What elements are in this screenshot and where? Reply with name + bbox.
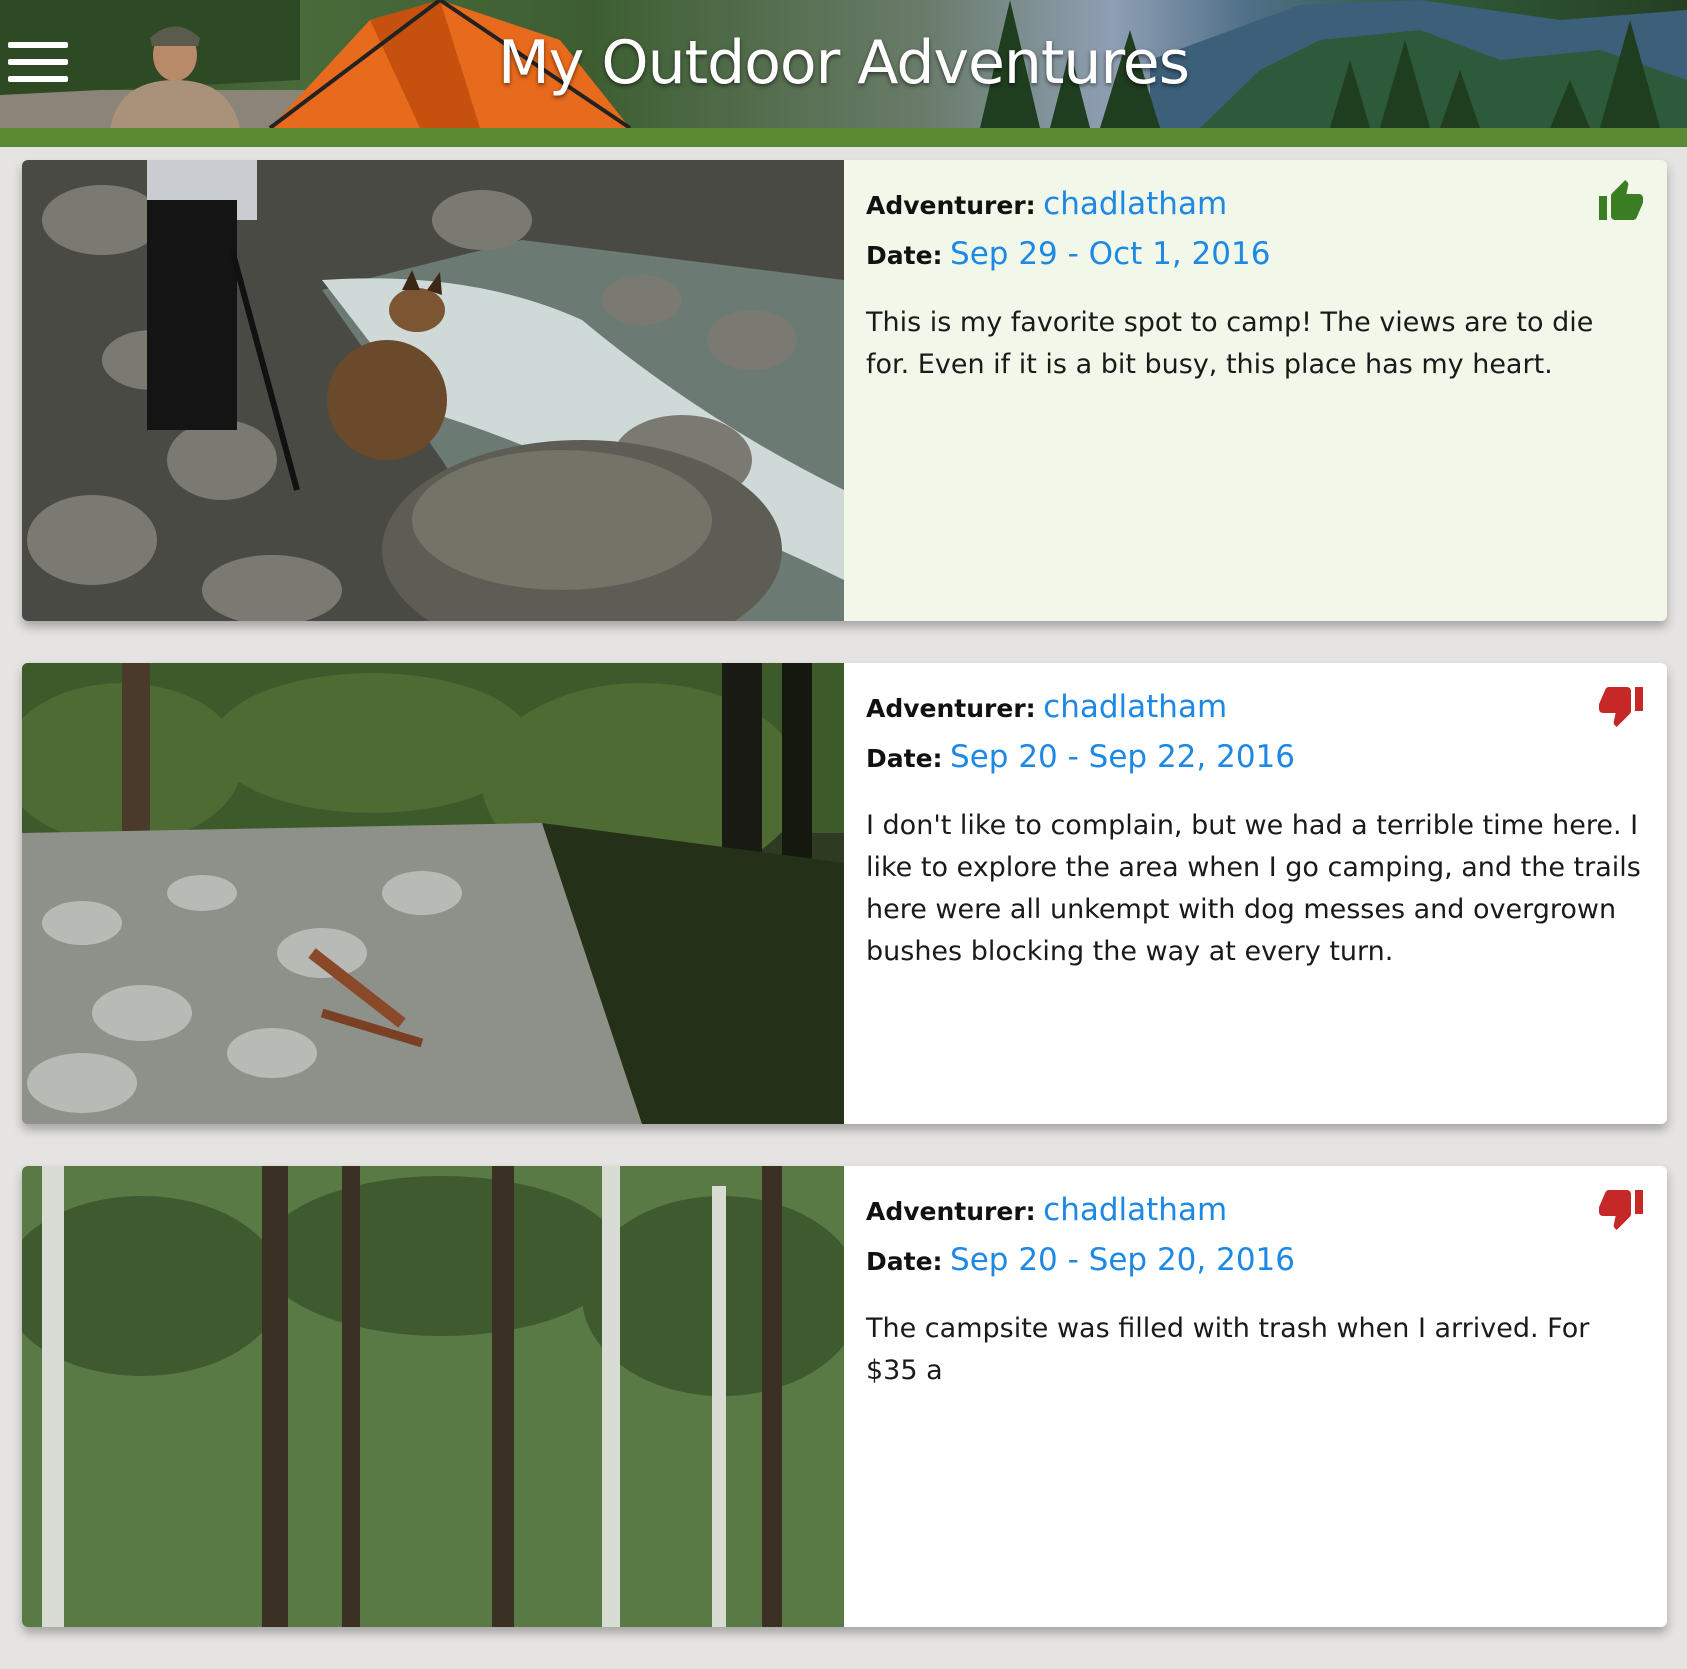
page-title: My Outdoor Adventures [498,28,1190,98]
card-details: Adventurer: chadlatham Date: Sep 20 - Se… [844,1166,1667,1627]
adventurer-link[interactable]: chadlatham [1043,186,1227,222]
adventure-card: Adventurer: chadlatham Date: Sep 29 - Oc… [22,160,1667,621]
thumbs-down-icon[interactable] [1597,681,1645,729]
adventurer-row: Adventurer: chadlatham [866,683,1645,733]
card-details: Adventurer: chadlatham Date: Sep 29 - Oc… [844,160,1667,621]
date-label: Date: [866,1247,943,1276]
date-value: Sep 20 - Sep 22, 2016 [950,739,1295,775]
adventurer-label: Adventurer: [866,694,1036,723]
adventure-card: Adventurer: chadlatham Date: Sep 20 - Se… [22,663,1667,1124]
adventure-description: The campsite was filled with trash when … [866,1313,1590,1386]
adventure-description: I don't like to complain, but we had a t… [866,810,1641,967]
date-row: Date: Sep 29 - Oct 1, 2016 [866,230,1645,280]
adventurer-link[interactable]: chadlatham [1043,1192,1227,1228]
adventurer-label: Adventurer: [866,191,1036,220]
card-details: Adventurer: chadlatham Date: Sep 20 - Se… [844,663,1667,1124]
date-label: Date: [866,241,943,270]
thumbs-up-icon[interactable] [1597,178,1645,226]
date-row: Date: Sep 20 - Sep 22, 2016 [866,733,1645,783]
date-value: Sep 29 - Oct 1, 2016 [950,236,1271,272]
mossy-forest-photo [22,1166,844,1627]
adventure-description: This is my favorite spot to camp! The vi… [866,307,1594,380]
forest-stream-photo [22,663,844,1124]
rocky-creek-with-dog-photo [22,160,844,621]
date-value: Sep 20 - Sep 20, 2016 [950,1242,1295,1278]
header-accent-bar [0,128,1687,147]
adventure-card: Adventurer: chadlatham Date: Sep 20 - Se… [22,1166,1667,1627]
adventure-feed: Adventurer: chadlatham Date: Sep 29 - Oc… [22,160,1667,1669]
app-header: My Outdoor Adventures [0,0,1687,128]
thumbs-down-icon[interactable] [1597,1184,1645,1232]
adventurer-label: Adventurer: [866,1197,1036,1226]
date-row: Date: Sep 20 - Sep 20, 2016 [866,1236,1645,1286]
adventurer-link[interactable]: chadlatham [1043,689,1227,725]
adventurer-row: Adventurer: chadlatham [866,180,1645,230]
date-label: Date: [866,744,943,773]
adventurer-row: Adventurer: chadlatham [866,1186,1645,1236]
